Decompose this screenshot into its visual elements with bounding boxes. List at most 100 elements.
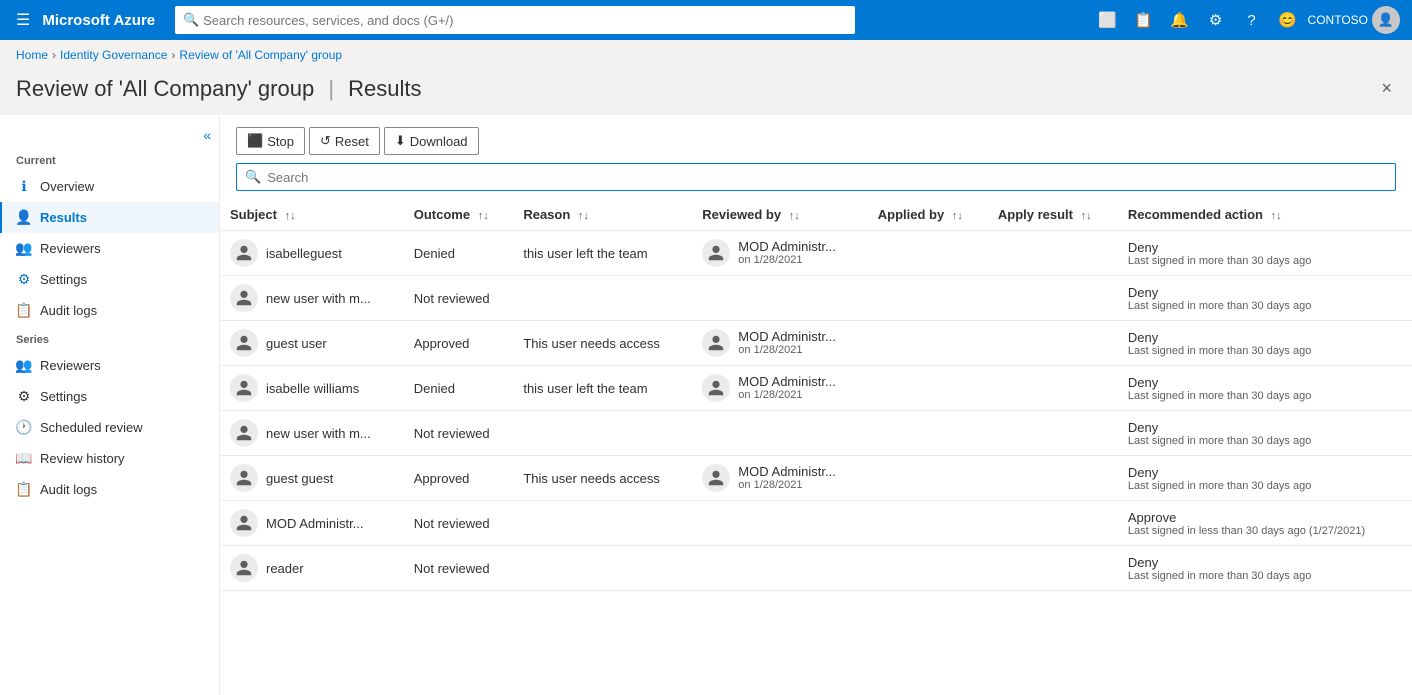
- cell-applied-by: [868, 366, 988, 411]
- col-applied-by-sort[interactable]: ↑↓: [952, 210, 963, 222]
- hamburger-icon[interactable]: ☰: [12, 6, 34, 34]
- cell-outcome: Approved: [404, 321, 514, 366]
- sidebar-item-settings-current-label: Settings: [40, 272, 87, 287]
- help-icon[interactable]: ?: [1236, 4, 1268, 36]
- user-avatar: [230, 239, 258, 267]
- user-avatar: [230, 464, 258, 492]
- table-row[interactable]: isabelle williams Deniedthis user left t…: [220, 366, 1412, 411]
- subject-name: isabelleguest: [266, 246, 342, 261]
- stop-label: Stop: [267, 134, 294, 149]
- stop-button[interactable]: ⬛ Stop: [236, 127, 305, 155]
- sidebar: « Current ℹ Overview 👤 Results 👥 Reviewe…: [0, 115, 220, 695]
- cell-reason: this user left the team: [513, 231, 692, 276]
- cell-subject: reader: [220, 546, 404, 591]
- recommended-main: Deny: [1128, 330, 1402, 345]
- recommended-main: Deny: [1128, 375, 1402, 390]
- col-outcome-sort[interactable]: ↑↓: [478, 210, 489, 222]
- cell-subject: MOD Administr...: [220, 501, 404, 546]
- download-button[interactable]: ⬇ Download: [384, 127, 479, 155]
- col-applied-by[interactable]: Applied by ↑↓: [868, 199, 988, 231]
- sidebar-item-scheduled-review[interactable]: 🕐 Scheduled review: [0, 412, 219, 443]
- col-reviewed-by[interactable]: Reviewed by ↑↓: [692, 199, 867, 231]
- table-row[interactable]: guest guest ApprovedThis user needs acce…: [220, 456, 1412, 501]
- col-applied-by-label: Applied by: [878, 207, 944, 222]
- breadcrumb-sep-2: ›: [171, 48, 175, 62]
- cell-subject: isabelleguest: [220, 231, 404, 276]
- user-avatar: [230, 329, 258, 357]
- avatar[interactable]: 👤: [1372, 6, 1400, 34]
- table-row[interactable]: MOD Administr... Not reviewed Approve La…: [220, 501, 1412, 546]
- sidebar-item-results[interactable]: 👤 Results: [0, 202, 219, 233]
- col-outcome[interactable]: Outcome ↑↓: [404, 199, 514, 231]
- table-row[interactable]: isabelleguest Deniedthis user left the t…: [220, 231, 1412, 276]
- reviewed-date: on 1/28/2021: [738, 479, 836, 491]
- subject-name: isabelle williams: [266, 381, 359, 396]
- sidebar-item-audit-current[interactable]: 📋 Audit logs: [0, 295, 219, 326]
- sidebar-item-settings-series[interactable]: ⚙ Settings: [0, 381, 219, 412]
- cell-recommended-action: Deny Last signed in more than 30 days ag…: [1118, 411, 1412, 456]
- table-row[interactable]: guest user ApprovedThis user needs acces…: [220, 321, 1412, 366]
- recommended-sub: Last signed in more than 30 days ago: [1128, 300, 1402, 312]
- sidebar-item-scheduled-review-label: Scheduled review: [40, 420, 143, 435]
- sidebar-item-reviewers-current-label: Reviewers: [40, 241, 101, 256]
- sidebar-item-reviewers-series[interactable]: 👥 Reviewers: [0, 350, 219, 381]
- sidebar-item-settings-current[interactable]: ⚙ Settings: [0, 264, 219, 295]
- col-reviewed-by-sort[interactable]: ↑↓: [789, 210, 800, 222]
- col-recommended-action-sort[interactable]: ↑↓: [1271, 210, 1282, 222]
- notifications-icon[interactable]: 🔔: [1164, 4, 1196, 36]
- recommended-main: Deny: [1128, 555, 1402, 570]
- subject-name: reader: [266, 561, 304, 576]
- topbar-icons: ⬜ 📋 🔔 ⚙ ? 😊 CONTOSO 👤: [1092, 4, 1400, 36]
- subject-name: guest user: [266, 336, 327, 351]
- user-cell: isabelleguest: [230, 239, 394, 267]
- breadcrumb-sep-1: ›: [52, 48, 56, 62]
- breadcrumb-identity-governance[interactable]: Identity Governance: [60, 48, 167, 62]
- page-title-text: Review of 'All Company' group: [16, 76, 314, 101]
- table-row[interactable]: new user with m... Not reviewed Deny Las…: [220, 411, 1412, 456]
- breadcrumb-current[interactable]: Review of 'All Company' group: [179, 48, 342, 62]
- col-recommended-action[interactable]: Recommended action ↑↓: [1118, 199, 1412, 231]
- recommended-sub: Last signed in less than 30 days ago (1/…: [1128, 525, 1402, 537]
- recommended-sub: Last signed in more than 30 days ago: [1128, 390, 1402, 402]
- cell-reason: [513, 276, 692, 321]
- table-row[interactable]: reader Not reviewed Deny Last signed in …: [220, 546, 1412, 591]
- col-reason[interactable]: Reason ↑↓: [513, 199, 692, 231]
- cell-apply-result: [988, 456, 1118, 501]
- cloud-shell-icon[interactable]: 📋: [1128, 4, 1160, 36]
- breadcrumb-home[interactable]: Home: [16, 48, 48, 62]
- user-cell: reader: [230, 554, 394, 582]
- sidebar-item-reviewers-current[interactable]: 👥 Reviewers: [0, 233, 219, 264]
- recommended-sub: Last signed in more than 30 days ago: [1128, 345, 1402, 357]
- feedback-icon[interactable]: 😊: [1272, 4, 1304, 36]
- sidebar-item-audit-series[interactable]: 📋 Audit logs: [0, 474, 219, 505]
- portal-icon[interactable]: ⬜: [1092, 4, 1124, 36]
- search-input[interactable]: [267, 170, 1387, 185]
- global-search-input[interactable]: [175, 6, 855, 34]
- sidebar-collapse-btn[interactable]: «: [0, 123, 219, 147]
- col-apply-result-sort[interactable]: ↑↓: [1081, 210, 1092, 222]
- recommended-main: Deny: [1128, 240, 1402, 255]
- user-avatar: [230, 554, 258, 582]
- page-title-separator: |: [328, 76, 340, 101]
- review-history-icon: 📖: [16, 450, 32, 467]
- cell-recommended-action: Deny Last signed in more than 30 days ag…: [1118, 231, 1412, 276]
- reset-button[interactable]: ↺ Reset: [309, 127, 380, 155]
- col-reviewed-by-label: Reviewed by: [702, 207, 781, 222]
- col-apply-result[interactable]: Apply result ↑↓: [988, 199, 1118, 231]
- col-subject-sort[interactable]: ↑↓: [285, 210, 296, 222]
- cell-reviewed-by: [692, 411, 867, 456]
- download-icon: ⬇: [395, 133, 406, 149]
- cell-subject: new user with m...: [220, 276, 404, 321]
- close-button[interactable]: ×: [1377, 74, 1396, 103]
- col-reason-label: Reason: [523, 207, 570, 222]
- cell-outcome: Denied: [404, 231, 514, 276]
- table-row[interactable]: new user with m... Not reviewed Deny Las…: [220, 276, 1412, 321]
- recommended-cell: Deny Last signed in more than 30 days ag…: [1128, 375, 1402, 402]
- col-subject[interactable]: Subject ↑↓: [220, 199, 404, 231]
- cell-apply-result: [988, 411, 1118, 456]
- col-subject-label: Subject: [230, 207, 277, 222]
- col-reason-sort[interactable]: ↑↓: [578, 210, 589, 222]
- sidebar-item-overview[interactable]: ℹ Overview: [0, 171, 219, 202]
- settings-icon[interactable]: ⚙: [1200, 4, 1232, 36]
- sidebar-item-review-history[interactable]: 📖 Review history: [0, 443, 219, 474]
